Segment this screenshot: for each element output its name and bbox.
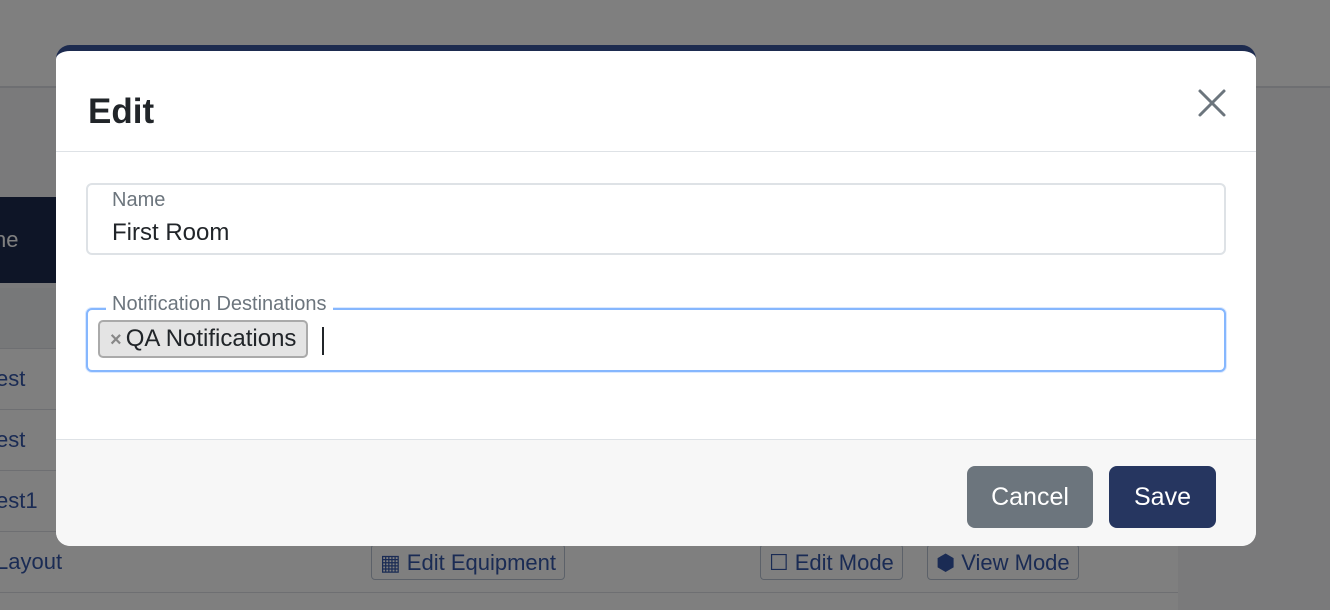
modal-footer: Cancel Save: [56, 439, 1256, 546]
name-label: Name: [112, 189, 166, 211]
chip-remove-icon[interactable]: ×: [110, 329, 122, 351]
edit-modal: Edit Name First Room Notification Destin…: [56, 45, 1256, 546]
chip-label: QA Notifications: [125, 325, 297, 352]
close-icon-glyph: [1198, 89, 1226, 117]
notification-destinations-label: Notification Destinations: [106, 293, 333, 316]
cancel-button[interactable]: Cancel: [967, 466, 1093, 528]
modal-header: Edit: [56, 51, 1256, 152]
text-caret: [322, 327, 324, 355]
close-icon[interactable]: [1192, 83, 1232, 123]
name-input-value[interactable]: First Room: [112, 219, 229, 247]
modal-title: Edit: [88, 92, 155, 131]
save-button[interactable]: Save: [1109, 466, 1216, 528]
selected-chip-qa-notifications: × QA Notifications: [98, 320, 309, 358]
notification-destinations-field[interactable]: Notification Destinations × QA Notificati…: [86, 293, 1226, 372]
name-field[interactable]: Name First Room: [86, 183, 1226, 255]
